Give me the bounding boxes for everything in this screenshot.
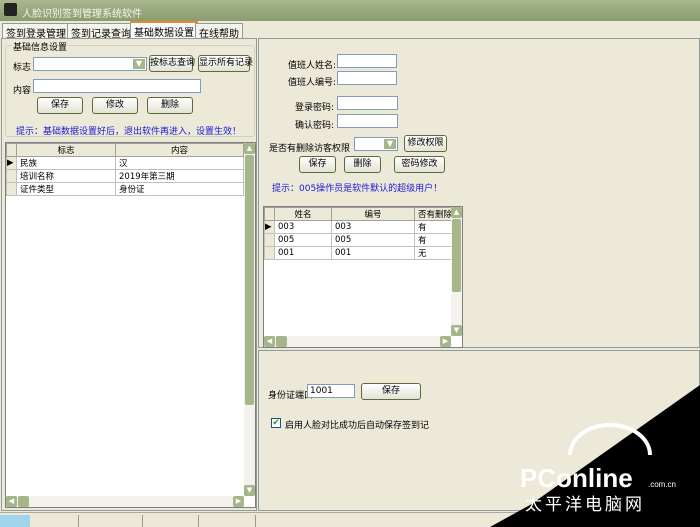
column-header[interactable]: 内容: [115, 143, 244, 157]
title-bar: 人脸识别签到管理系统软件: [0, 0, 700, 21]
vertical-scrollbar[interactable]: ▲ ▼: [244, 143, 255, 496]
table-row[interactable]: 培训名称 2019年第三期: [6, 169, 244, 183]
table-row[interactable]: ▶ 003 003 有: [264, 220, 453, 234]
tab-record-query[interactable]: 签到记录查询: [67, 23, 135, 40]
camera-icon: [4, 3, 17, 16]
scroll-up-icon[interactable]: ▲: [451, 207, 462, 218]
edit-button[interactable]: 修改: [92, 97, 138, 114]
table-row[interactable]: 证件类型 身份证: [6, 182, 244, 196]
column-header[interactable]: 编号: [331, 207, 415, 221]
svg-text:PConline: PConline: [520, 463, 633, 493]
change-permission-button[interactable]: 修改权限: [404, 135, 447, 152]
tab-basic-data[interactable]: 基础数据设置: [130, 21, 198, 39]
confirm-password-label: 确认密码:: [295, 121, 335, 131]
scroll-up-icon[interactable]: ▲: [244, 143, 255, 154]
operator-delete-button[interactable]: 删除: [344, 156, 381, 173]
scroll-left-icon[interactable]: ◀: [6, 496, 17, 507]
permission-label: 是否有删除访客权限: [269, 144, 351, 154]
scroll-down-icon[interactable]: ▼: [244, 485, 255, 496]
table-row[interactable]: 001 001 无: [264, 246, 453, 260]
change-password-button[interactable]: 密码修改: [394, 156, 445, 173]
operator-id-label: 值班人编号:: [288, 78, 337, 88]
auto-save-label: 启用人脸对比成功后自动保存签到记: [285, 421, 430, 431]
delete-button[interactable]: 删除: [147, 97, 193, 114]
scroll-thumb[interactable]: [245, 155, 254, 405]
confirm-password-input[interactable]: [337, 114, 398, 128]
hint-text: 提示：基础数据设置好后，退出软件再进入，设置生效！: [16, 127, 242, 137]
tab-login-management[interactable]: 签到登录管理: [2, 23, 70, 40]
save-button[interactable]: 保存: [37, 97, 83, 114]
idcard-port-input[interactable]: 1001: [307, 384, 355, 398]
vertical-scrollbar[interactable]: ▲ ▼: [451, 207, 462, 336]
tab-online-help[interactable]: 在线帮助: [195, 23, 243, 40]
horizontal-scrollbar[interactable]: ◀ ▶: [264, 336, 451, 347]
content-label: 内容: [13, 86, 32, 96]
operator-name-label: 值班人姓名:: [288, 61, 337, 71]
scroll-thumb[interactable]: [452, 219, 461, 292]
column-header[interactable]: 姓名: [274, 207, 332, 221]
svg-text:.com.cn: .com.cn: [648, 480, 676, 489]
status-segment: [0, 515, 30, 527]
operator-save-button[interactable]: 保存: [299, 156, 336, 173]
flag-label: 标志: [13, 63, 32, 73]
chevron-down-icon[interactable]: ▼: [132, 58, 146, 70]
scroll-thumb[interactable]: [276, 336, 287, 347]
basic-data-grid[interactable]: 标志 内容 ▶ 民族汉 培训名称 2019年第三期 证件类型 身份证 ▲ ▼ ◀ ▶: [5, 142, 256, 508]
operator-name-input[interactable]: [337, 54, 397, 68]
column-header[interactable]: 否有删除权: [414, 207, 453, 221]
scroll-right-icon[interactable]: ▶: [233, 496, 244, 507]
operator-hint-text: 提示：005操作员是软件默认的超级用户！: [272, 184, 443, 194]
table-row[interactable]: ▶ 民族汉: [6, 156, 244, 170]
operator-id-input[interactable]: [337, 71, 397, 85]
password-label: 登录密码:: [295, 103, 335, 113]
horizontal-scrollbar[interactable]: ◀ ▶: [6, 496, 244, 507]
group-title: 基础信息设置: [12, 40, 69, 53]
idcard-save-button[interactable]: 保存: [361, 383, 421, 400]
scroll-thumb[interactable]: [18, 496, 29, 507]
operator-grid[interactable]: 姓名编号否有删除权 ▶003003有 005005有 001001无 ▲ ▼ ◀…: [263, 206, 463, 348]
scroll-right-icon[interactable]: ▶: [440, 336, 451, 347]
table-row[interactable]: 005 005 有: [264, 233, 453, 247]
content-input[interactable]: [33, 79, 201, 93]
svg-text:太平洋电脑网: 太平洋电脑网: [525, 495, 645, 515]
column-header[interactable]: 标志: [16, 143, 116, 157]
flag-combobox[interactable]: ▼: [33, 57, 147, 71]
chevron-down-icon[interactable]: ▼: [383, 138, 397, 150]
scroll-left-icon[interactable]: ◀: [264, 336, 275, 347]
auto-save-checkbox[interactable]: ✔: [271, 418, 281, 428]
operator-panel: 值班人姓名: 值班人编号: 登录密码: 确认密码: 是否有删除访客权限 ▼ 修改…: [258, 38, 700, 348]
pconline-watermark: PConline .com.cn 太平洋电脑网: [490, 385, 700, 527]
query-by-flag-button[interactable]: 按标志查询: [149, 55, 195, 72]
scroll-down-icon[interactable]: ▼: [451, 325, 462, 336]
permission-combobox[interactable]: ▼: [354, 137, 398, 151]
password-input[interactable]: [337, 96, 398, 110]
basic-data-panel: 基础信息设置 标志 ▼ 按标志查询 显示所有记录 内容 保存 修改 删除 提示：…: [1, 38, 257, 511]
show-all-button[interactable]: 显示所有记录: [198, 55, 253, 72]
window-title: 人脸识别签到管理系统软件: [22, 9, 142, 20]
